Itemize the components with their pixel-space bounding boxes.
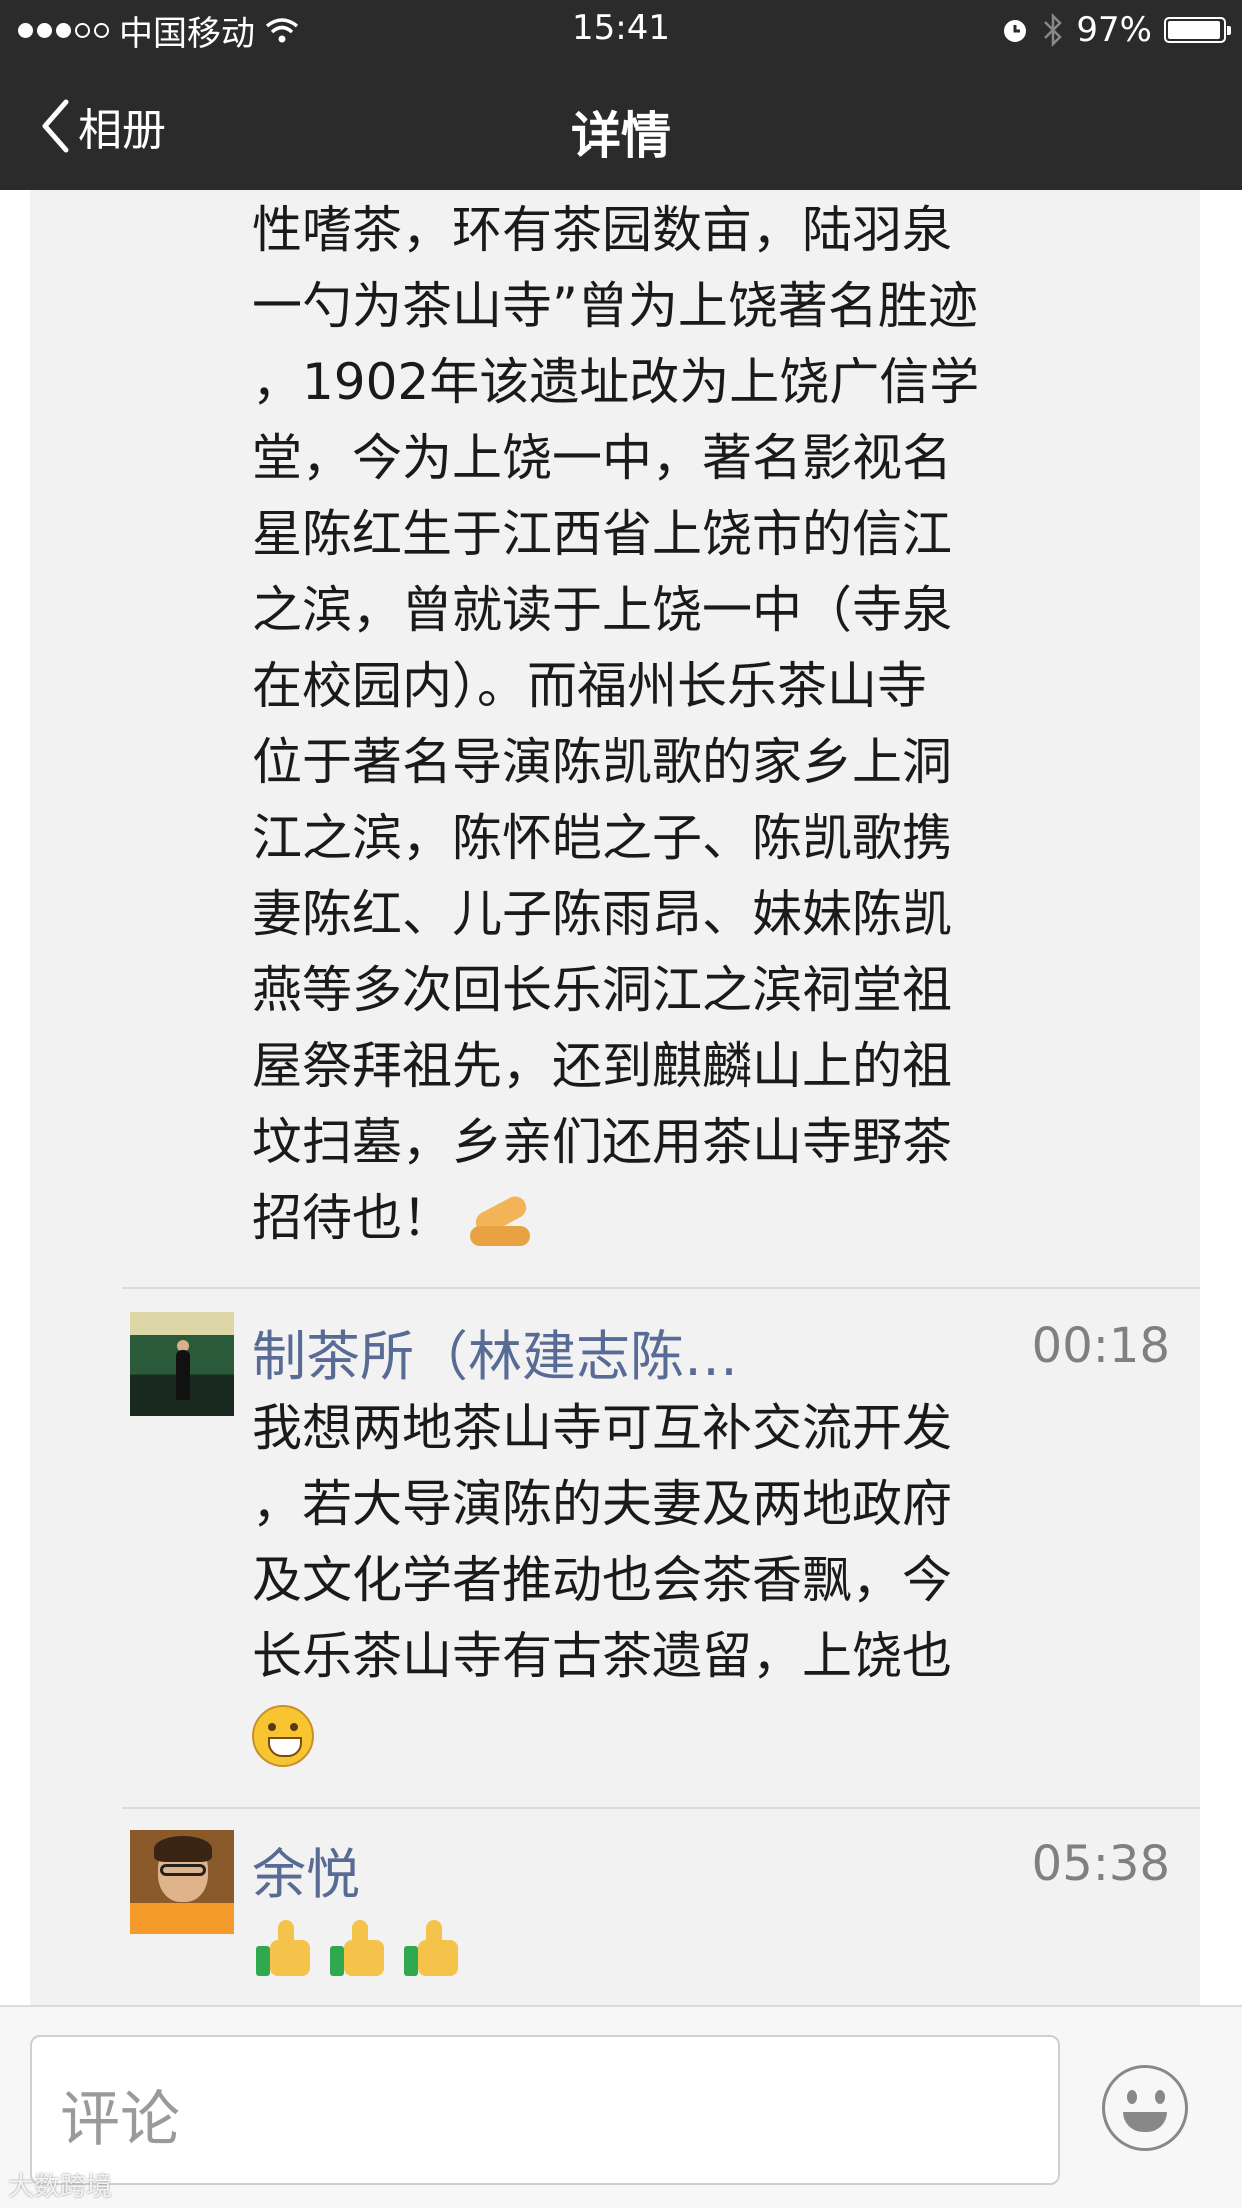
battery-percent: 97% [1076, 10, 1152, 50]
page-title: 详情 [571, 107, 671, 165]
detail-content[interactable]: 性嗜茶，环有茶园数亩，陆羽泉 一勺为茶山寺”曾为上饶著名胜迹 ，1902年该遗址… [30, 190, 1200, 2005]
thumbs-up-emoji [400, 1916, 462, 1978]
post-text: 性嗜茶，环有茶园数亩，陆羽泉 一勺为茶山寺”曾为上饶著名胜迹 ，1902年该遗址… [252, 192, 1152, 1256]
commenter-name[interactable]: 制茶所（林建志陈彬藩家... [252, 1312, 752, 1391]
status-right: 97% [1000, 8, 1231, 52]
comment-input[interactable]: 评论 [30, 2035, 1060, 2185]
avatar[interactable] [130, 1312, 234, 1416]
commenter-name[interactable]: 余悦 [252, 1830, 360, 1909]
thumbs-up-emoji-group [252, 1916, 462, 1978]
bluetooth-icon [1044, 13, 1063, 47]
pray-hands-emoji [468, 1194, 532, 1250]
battery-icon [1164, 17, 1231, 43]
comment-time: 05:38 [1031, 1836, 1170, 1892]
avatar[interactable] [130, 1830, 234, 1934]
comment-text-body: 我想两地茶山寺可互补交流开发 ，若大导演陈的夫妻及两地政府 及文化学者推动也会茶… [252, 1399, 952, 1685]
smiley-icon[interactable] [1102, 2065, 1188, 2151]
thumbs-up-emoji [326, 1916, 388, 1978]
status-bar: 中国移动 15:41 97% [0, 0, 1242, 60]
comment-time: 00:18 [1031, 1318, 1170, 1374]
watermark: 大数跨境 [8, 2172, 113, 2202]
grin-emoji [252, 1704, 314, 1767]
divider [122, 1807, 1200, 1809]
comment-text: 我想两地茶山寺可互补交流开发 ，若大导演陈的夫妻及两地政府 及文化学者推动也会茶… [252, 1390, 1152, 1770]
comment-bar: 评论 [0, 2005, 1242, 2208]
battery-fill [1168, 21, 1220, 39]
post-text-body: 性嗜茶，环有茶园数亩，陆羽泉 一勺为茶山寺”曾为上饶著名胜迹 ，1902年该遗址… [252, 201, 980, 1247]
nav-bar: 相册 详情 [0, 60, 1242, 190]
alarm-icon [1004, 20, 1027, 42]
thumbs-up-emoji [252, 1916, 314, 1978]
divider [122, 1287, 1200, 1289]
